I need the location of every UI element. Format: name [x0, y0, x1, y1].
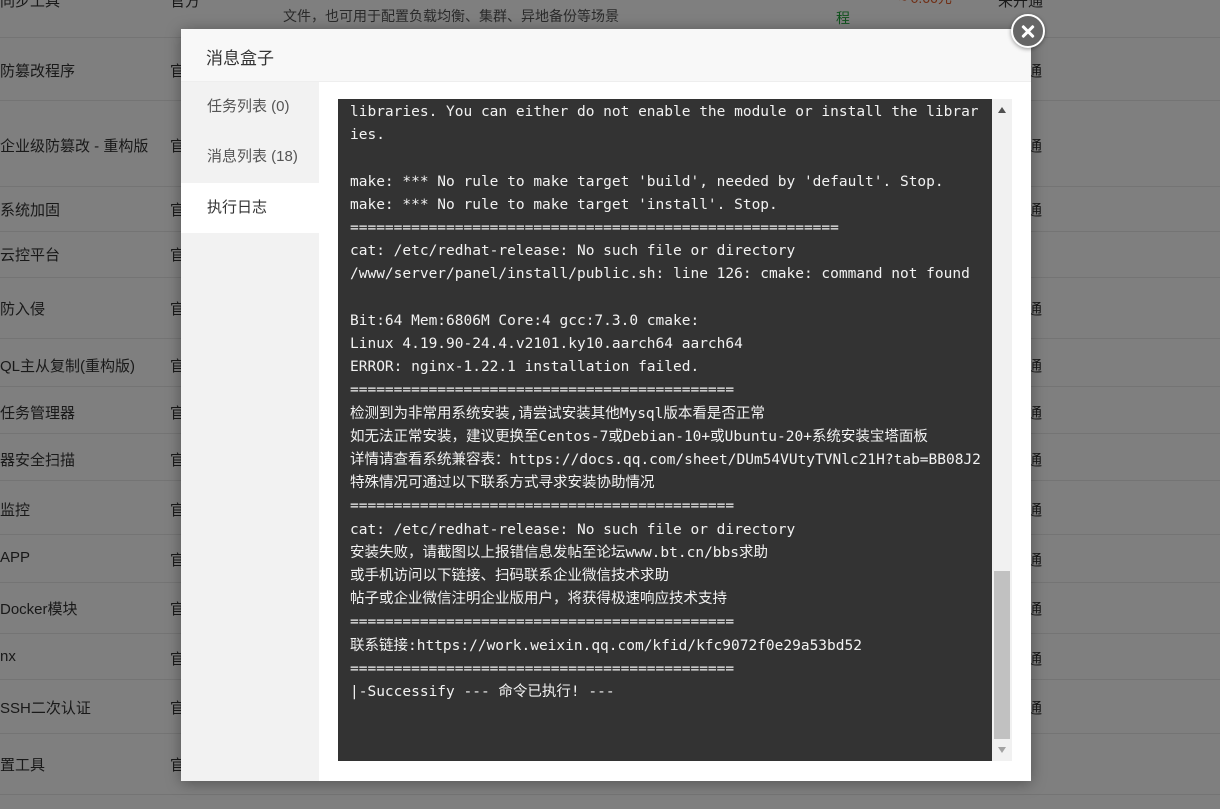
- log-line: 帖子或企业微信注明企业版用户，将获得极速响应技术支持: [350, 591, 727, 608]
- execution-log-text: libraries. You can either do not enable …: [350, 101, 982, 704]
- log-line: cat: /etc/redhat-release: No such file o…: [350, 243, 796, 260]
- message-box-modal: 消息盒子 任务列表 (0) 消息列表 (18) 执行日志 libraries. …: [181, 29, 1031, 781]
- log-line: 联系链接:https://work.weixin.qq.com/kfid/kfc…: [350, 637, 862, 654]
- scrollbar-thumb[interactable]: [994, 571, 1010, 739]
- log-scrollbar[interactable]: [992, 99, 1012, 761]
- log-line: 安装失败，请截图以上报错信息发帖至论坛www.bt.cn/bbs求助: [350, 544, 768, 561]
- log-line: 特殊情况可通过以下联系方式寻求安装协助情况: [350, 475, 655, 492]
- modal-title: 消息盒子: [206, 49, 274, 68]
- log-line: ========================================…: [350, 614, 735, 631]
- log-line: ========================================…: [350, 660, 735, 677]
- log-line: ========================================…: [350, 498, 735, 515]
- log-line: 检测到为非常用系统安装,请尝试安装其他Mysql版本看是否正常: [350, 405, 765, 422]
- modal-header: 消息盒子: [181, 29, 1031, 82]
- modal-sidebar: 任务列表 (0) 消息列表 (18) 执行日志: [181, 82, 319, 781]
- log-line: Linux 4.19.90-24.4.v2101.ky10.aarch64 aa…: [350, 336, 743, 353]
- log-line: /www/server/panel/install/public.sh: lin…: [350, 266, 970, 283]
- scroll-up-arrow-icon[interactable]: [998, 107, 1006, 113]
- log-line: 详情请查看系统兼容表：https://docs.qq.com/sheet/DUm…: [350, 452, 981, 469]
- tab-execution-log[interactable]: 执行日志: [181, 183, 319, 233]
- close-icon[interactable]: [1011, 14, 1045, 48]
- log-line: make: *** No rule to make target 'build'…: [350, 173, 944, 190]
- log-line: 如无法正常安装，建议更换至Centos-7或Debian-10+或Ubuntu-…: [350, 428, 928, 445]
- log-line: ========================================…: [350, 382, 735, 399]
- tab-message-list[interactable]: 消息列表 (18): [181, 132, 319, 182]
- tab-task-list[interactable]: 任务列表 (0): [181, 82, 319, 132]
- log-line: Bit:64 Mem:6806M Core:4 gcc:7.3.0 cmake:: [350, 312, 700, 329]
- log-line: cat: /etc/redhat-release: No such file o…: [350, 521, 796, 538]
- log-line: |-Successify --- 命令已执行! ---: [350, 684, 615, 701]
- log-line: ERROR: nginx-1.22.1 installation failed.: [350, 359, 700, 376]
- log-line: 或手机访问以下链接、扫码联系企业微信技术求助: [350, 568, 669, 585]
- log-line: ========================================…: [350, 220, 839, 237]
- scroll-down-arrow-icon[interactable]: [998, 747, 1006, 753]
- log-line: libraries. You can either do not enable …: [350, 104, 979, 144]
- log-line: make: *** No rule to make target 'instal…: [350, 196, 778, 213]
- execution-log-panel[interactable]: libraries. You can either do not enable …: [338, 99, 992, 761]
